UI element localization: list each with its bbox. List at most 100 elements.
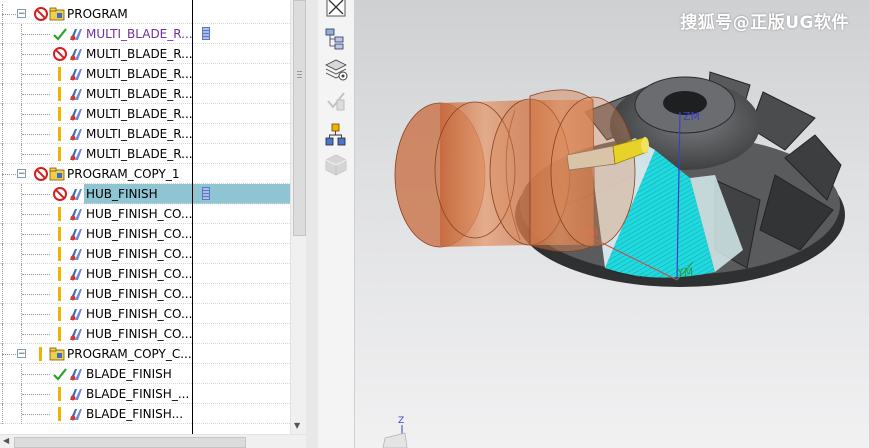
multi-axis-operation-icon [70, 29, 82, 41]
operation-label: MULTI_BLADE_R... [86, 107, 193, 121]
tool-view-icon[interactable] [323, 26, 349, 52]
operation-label: MULTI_BLADE_R... [86, 127, 193, 141]
regenerate-status-icon [58, 387, 61, 401]
scroll-left-arrow-icon[interactable]: ◀ [3, 436, 9, 445]
operation-row[interactable]: BLADE_FINISH [0, 364, 290, 384]
operation-label: HUB_FINISH_CO... [86, 307, 193, 321]
multi-axis-operation-icon [70, 309, 82, 321]
operation-row[interactable]: MULTI_BLADE_R... [0, 84, 290, 104]
operation-label: MULTI_BLADE_R... [86, 47, 193, 61]
operation-row[interactable]: MULTI_BLADE_R... [0, 64, 290, 84]
operation-row[interactable]: HUB_FINISH_CO... [0, 284, 290, 304]
multi-axis-operation-icon [70, 389, 82, 401]
regenerate-status-icon [58, 307, 61, 321]
operation-row[interactable]: BLADE_FINISH_... [0, 384, 290, 404]
regenerate-status-icon [58, 407, 61, 421]
error-status-icon [53, 47, 67, 61]
operation-label: HUB_FINISH_CO... [86, 267, 193, 281]
regenerate-status-icon [58, 127, 61, 141]
regenerate-status-icon [58, 147, 61, 161]
operation-label: BLADE_FINISH [86, 367, 172, 381]
regenerate-status-icon [58, 287, 61, 301]
operation-row[interactable]: HUB_FINISH_CO... [0, 304, 290, 324]
program-group-row[interactable]: − PROGRAM_COPY_C... [0, 344, 290, 364]
operation-label: HUB_FINISH_CO... [86, 247, 193, 261]
error-status-icon [34, 167, 48, 181]
program-folder-icon [49, 167, 65, 181]
operation-row[interactable]: MULTI_BLADE_R... [0, 124, 290, 144]
multi-axis-operation-icon [70, 69, 82, 81]
regenerate-status-icon [58, 247, 61, 261]
multi-axis-operation-icon [70, 109, 82, 121]
multi-axis-operation-icon [70, 409, 82, 421]
operation-label: MULTI_BLADE_R... [86, 27, 193, 41]
program-group-row[interactable]: − PROGRAM [0, 4, 290, 24]
collapse-toggle-icon[interactable]: − [17, 169, 26, 179]
operation-row[interactable]: HUB_FINISH_CO... [0, 264, 290, 284]
multi-axis-operation-icon [70, 89, 82, 101]
operation-label: HUB_FINISH_CO... [86, 327, 193, 341]
horizontal-scrollbar[interactable]: ◀ [0, 434, 306, 448]
multi-axis-operation-icon [70, 369, 82, 381]
multi-axis-operation-icon [70, 229, 82, 241]
operation-label: MULTI_BLADE_R... [86, 147, 193, 161]
multi-axis-operation-icon [70, 289, 82, 301]
zm-axis-label: ZM [683, 110, 700, 123]
program-label: PROGRAM [67, 7, 128, 21]
operation-label: MULTI_BLADE_R... [86, 67, 193, 81]
toolpath-generated-icon [202, 187, 210, 200]
operation-row[interactable]: MULTI_BLADE_R... [0, 44, 290, 64]
machine-settings-icon[interactable] [323, 56, 349, 82]
regenerate-status-icon [58, 267, 61, 281]
operation-label: BLADE_FINISH... [86, 407, 184, 421]
multi-axis-operation-icon [70, 209, 82, 221]
operation-label: HUB_FINISH_CO... [86, 287, 193, 301]
operation-row[interactable]: HUB_FINISH_CO... [0, 224, 290, 244]
operation-label: HUB_FINISH_CO... [86, 207, 193, 221]
operation-row[interactable]: MULTI_BLADE_R... [0, 144, 290, 164]
vertical-scroll-thumb[interactable] [293, 0, 306, 236]
toolpath-generated-icon [202, 27, 210, 40]
graphics-viewport[interactable]: ZM XM YM Z 搜狐号@正版UG软件 [355, 0, 869, 448]
program-label: PROGRAM_COPY_1 [67, 167, 180, 181]
operation-row[interactable]: HUB_FINISH_CO... [0, 244, 290, 264]
tree-view-icon[interactable] [323, 122, 349, 148]
impeller-model[interactable]: ZM XM YM Z [355, 0, 869, 448]
shaded-cube-icon[interactable] [323, 152, 349, 178]
error-status-icon [53, 187, 67, 201]
operation-label: MULTI_BLADE_R... [86, 87, 193, 101]
z-triad-label: Z [398, 416, 404, 426]
view-toolbar [318, 0, 355, 448]
operation-row[interactable]: HUB_FINISH_CO... [0, 324, 290, 344]
operation-row[interactable]: MULTI_BLADE_R... [0, 104, 290, 124]
column-separator[interactable] [192, 0, 193, 448]
verify-icon[interactable] [323, 88, 349, 114]
regenerate-status-icon [58, 207, 61, 221]
tool-holder[interactable] [394, 89, 636, 252]
operation-label: HUB_FINISH_CO... [86, 227, 193, 241]
regenerate-status-icon [58, 107, 61, 121]
operation-row[interactable]: HUB_FINISH [0, 184, 290, 204]
operation-navigator: − PROGRAM MULTI_BLADE_R... MULTI_BLADE_R...… [0, 0, 306, 448]
multi-axis-operation-icon [70, 129, 82, 141]
program-group-row[interactable]: − PROGRAM_COPY_1 [0, 164, 290, 184]
regenerate-status-icon [58, 327, 61, 341]
regenerate-status-icon [58, 67, 61, 81]
multi-axis-operation-icon [70, 249, 82, 261]
operation-tree: − PROGRAM MULTI_BLADE_R... MULTI_BLADE_R...… [0, 4, 290, 424]
regenerate-status-icon [58, 87, 61, 101]
close-view-icon[interactable] [323, 0, 349, 20]
operation-row[interactable]: BLADE_FINISH... [0, 404, 290, 424]
scroll-down-arrow-icon[interactable]: ▼ [294, 421, 300, 430]
operation-row[interactable]: MULTI_BLADE_R... [0, 24, 290, 44]
multi-axis-operation-icon [70, 269, 82, 281]
multi-axis-operation-icon [70, 49, 82, 61]
program-folder-icon [49, 347, 65, 361]
vertical-scrollbar[interactable]: ▼ [290, 0, 306, 434]
operation-row[interactable]: HUB_FINISH_CO... [0, 204, 290, 224]
collapse-toggle-icon[interactable]: − [17, 349, 26, 359]
operation-label: BLADE_FINISH_... [86, 387, 190, 401]
horizontal-scroll-thumb[interactable] [14, 437, 246, 448]
collapse-toggle-icon[interactable]: − [17, 9, 26, 19]
program-label: PROGRAM_COPY_C... [67, 347, 192, 361]
